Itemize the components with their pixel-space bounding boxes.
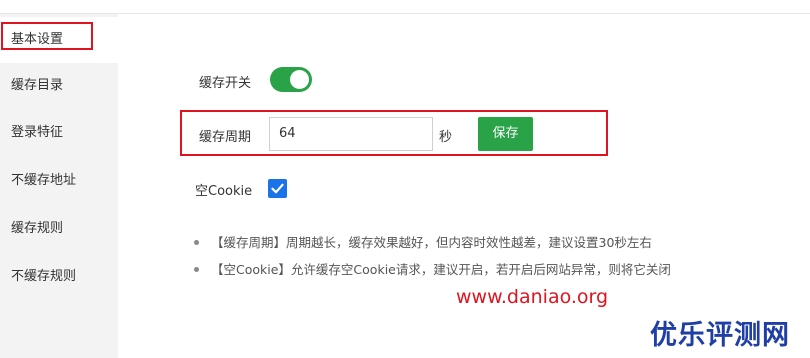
save-button[interactable]: 保存 bbox=[478, 117, 533, 151]
cache-period-unit: 秒 bbox=[439, 130, 453, 145]
empty-cookie-label: 空Cookie bbox=[195, 184, 253, 199]
note-text: 【空Cookie】允许缓存空Cookie请求，建议开启，若开启后网站异常，则将它… bbox=[211, 262, 671, 277]
cache-switch-label: 缓存开关 bbox=[199, 76, 252, 91]
sidebar: 基本设置 缓存目录 登录特征 不缓存地址 缓存规则 不缓存规则 bbox=[0, 14, 118, 358]
bullet-icon bbox=[194, 267, 199, 272]
toggle-knob bbox=[290, 70, 309, 89]
sidebar-item-login-features[interactable]: 登录特征 bbox=[0, 110, 118, 156]
cache-period-label: 缓存周期 bbox=[199, 130, 252, 145]
watermark-brand: 优乐评测网 bbox=[650, 320, 790, 351]
note-empty-cookie: 【空Cookie】允许缓存空Cookie请求，建议开启，若开启后网站异常，则将它… bbox=[194, 259, 671, 278]
cache-switch-toggle[interactable] bbox=[270, 67, 312, 92]
bullet-icon bbox=[194, 240, 199, 245]
watermark-url: www.daniao.org bbox=[456, 286, 609, 308]
sidebar-item-no-cache-rules[interactable]: 不缓存规则 bbox=[0, 254, 118, 300]
sidebar-item-no-cache-urls[interactable]: 不缓存地址 bbox=[0, 158, 118, 204]
cache-period-input[interactable]: 64 bbox=[269, 117, 433, 151]
sidebar-item-basic-settings[interactable]: 基本设置 bbox=[0, 17, 118, 63]
note-cache-period: 【缓存周期】周期越长，缓存效果越好，但内容时效性越差，建议设置30秒左右 bbox=[194, 232, 652, 251]
top-strip bbox=[0, 0, 810, 14]
sidebar-item-cache-rules[interactable]: 缓存规则 bbox=[0, 206, 118, 252]
sidebar-item-cache-directory[interactable]: 缓存目录 bbox=[0, 63, 118, 109]
note-text: 【缓存周期】周期越长，缓存效果越好，但内容时效性越差，建议设置30秒左右 bbox=[211, 235, 652, 250]
empty-cookie-checkbox[interactable] bbox=[268, 179, 287, 198]
checkmark-icon bbox=[271, 183, 284, 194]
